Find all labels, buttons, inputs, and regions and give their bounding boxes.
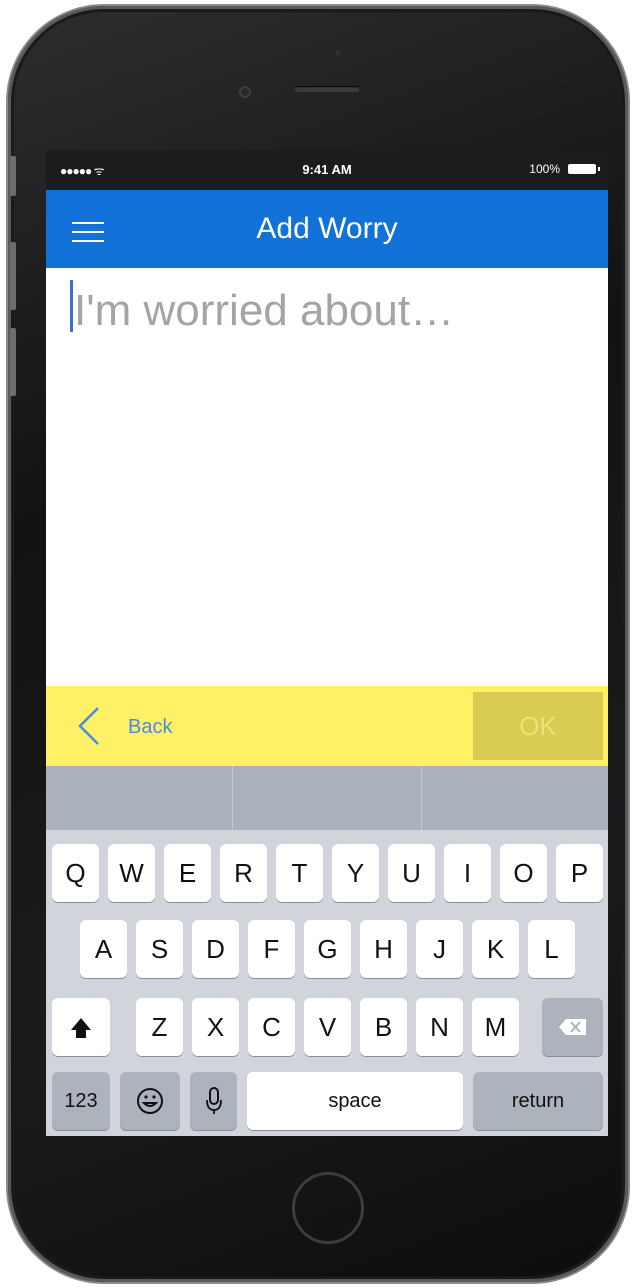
proximity-sensor — [335, 50, 341, 56]
ok-button[interactable]: OK — [473, 692, 603, 760]
key-s[interactable]: S — [136, 920, 183, 978]
backspace-icon — [558, 1019, 586, 1035]
backspace-key[interactable] — [542, 998, 603, 1056]
key-k[interactable]: K — [472, 920, 519, 978]
shift-icon — [71, 1018, 91, 1038]
key-c[interactable]: C — [248, 998, 295, 1056]
battery-percentage: 100% — [529, 162, 560, 176]
text-cursor — [70, 280, 73, 332]
key-n[interactable]: N — [416, 998, 463, 1056]
keyboard: Q W E R T Y U I O P A S D F G H J K L Z … — [46, 830, 608, 1136]
key-q[interactable]: Q — [52, 844, 99, 902]
key-d[interactable]: D — [192, 920, 239, 978]
chevron-left-icon — [78, 707, 99, 745]
device-frame: ●●●●● ᯤ 9:41 AM 100% Add Worry I'm worri… — [0, 0, 638, 1288]
key-i[interactable]: I — [444, 844, 491, 902]
key-z[interactable]: Z — [136, 998, 183, 1056]
numbers-key[interactable]: 123 — [52, 1072, 110, 1130]
key-j[interactable]: J — [416, 920, 463, 978]
key-y[interactable]: Y — [332, 844, 379, 902]
navigation-bar: Add Worry — [46, 190, 608, 268]
shift-key[interactable] — [52, 998, 110, 1056]
key-e[interactable]: E — [164, 844, 211, 902]
key-p[interactable]: P — [556, 844, 603, 902]
page-title: Add Worry — [256, 212, 398, 245]
back-button[interactable]: Back — [76, 706, 226, 746]
mute-switch — [10, 156, 16, 196]
key-h[interactable]: H — [360, 920, 407, 978]
action-bar: Back OK — [46, 686, 608, 766]
front-camera — [239, 86, 251, 98]
key-g[interactable]: G — [304, 920, 351, 978]
key-m[interactable]: M — [472, 998, 519, 1056]
key-l[interactable]: L — [528, 920, 575, 978]
volume-up-button — [10, 242, 16, 310]
key-f[interactable]: F — [248, 920, 295, 978]
emoji-key[interactable] — [120, 1072, 180, 1130]
earpiece-speaker — [294, 86, 360, 92]
key-a[interactable]: A — [80, 920, 127, 978]
key-b[interactable]: B — [360, 998, 407, 1056]
space-key[interactable]: space — [247, 1072, 463, 1130]
key-v[interactable]: V — [304, 998, 351, 1056]
battery-icon — [568, 164, 600, 174]
key-o[interactable]: O — [500, 844, 547, 902]
microphone-icon — [205, 1087, 222, 1114]
key-r[interactable]: R — [220, 844, 267, 902]
screen: ●●●●● ᯤ 9:41 AM 100% Add Worry I'm worri… — [46, 150, 608, 1136]
worry-placeholder: I'm worried about… — [74, 286, 455, 335]
back-label: Back — [128, 716, 173, 738]
predictive-bar — [46, 766, 608, 830]
key-u[interactable]: U — [388, 844, 435, 902]
suggestion-divider — [421, 766, 422, 830]
suggestion-divider — [232, 766, 233, 830]
key-x[interactable]: X — [192, 998, 239, 1056]
dictation-key[interactable] — [190, 1072, 237, 1130]
status-bar: ●●●●● ᯤ 9:41 AM 100% — [46, 150, 608, 190]
emoji-icon — [137, 1088, 163, 1114]
volume-down-button — [10, 328, 16, 396]
status-time: 9:41 AM — [302, 162, 352, 177]
home-button[interactable] — [292, 1172, 364, 1244]
return-key[interactable]: return — [473, 1072, 603, 1130]
key-t[interactable]: T — [276, 844, 323, 902]
key-w[interactable]: W — [108, 844, 155, 902]
worry-text-area[interactable]: I'm worried about… — [46, 268, 608, 686]
